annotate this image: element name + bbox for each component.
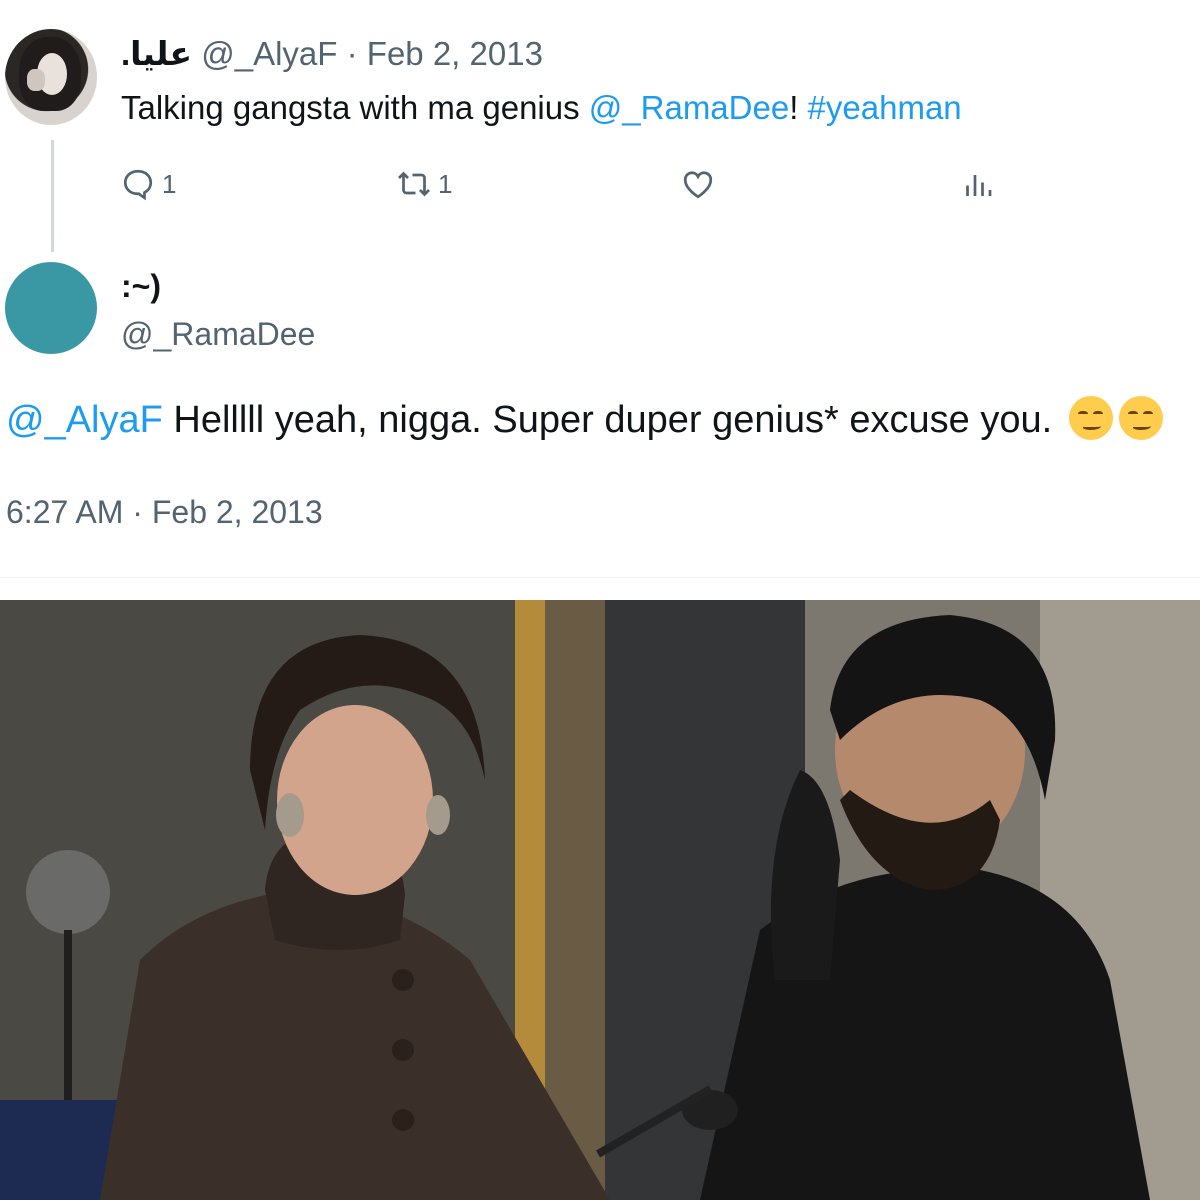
separator: · [132,494,143,530]
retweet-count: 1 [438,168,453,199]
analytics-icon [966,175,992,196]
display-name[interactable]: :~) [121,266,161,306]
smirking-face-emoji-icon [1118,396,1163,440]
avatar-alyaf[interactable] [5,29,97,125]
smirking-face-emoji-icon [1068,396,1113,440]
reply-count: 1 [162,168,177,199]
tweet-text-punct: ! [789,89,808,126]
attached-photo[interactable] [0,600,1200,1200]
mention-link[interactable]: @_RamaDee [589,89,789,126]
heart-icon [683,171,713,199]
tweet-text: Talking gangsta with ma genius @_RamaDee… [121,88,962,128]
tweet-text-prefix: Talking gangsta with ma genius [121,89,589,126]
display-name[interactable]: عليا. [121,35,192,72]
photo-scene [0,600,1200,1200]
user-handle[interactable]: @_RamaDee [121,314,315,354]
user-handle[interactable]: @_AlyaF [201,35,337,72]
divider [0,577,1200,578]
avatar-ramadee[interactable] [5,262,97,354]
tweet-date[interactable]: Feb 2, 2013 [367,35,543,72]
tweet-time: 6:27 AM [6,494,124,530]
reply-icon [123,169,153,201]
like-button[interactable] [680,164,716,204]
tweet-header: عليا. @_AlyaF · Feb 2, 2013 [121,34,543,74]
views-button[interactable] [960,164,996,204]
tweet-text: @_AlyaF Helllll yeah, nigga. Super duper… [6,396,1200,443]
hashtag-link[interactable]: #yeahman [808,89,962,126]
reply-button[interactable]: 1 [120,164,176,204]
tweet-text-body: Helllll yeah, nigga. Super duper genius*… [162,399,1053,441]
retweet-button[interactable]: 1 [396,164,452,204]
tweet-date: Feb 2, 2013 [151,494,323,530]
tweet-timestamp[interactable]: 6:27 AM · Feb 2, 2013 [6,492,323,532]
separator: · [346,35,358,72]
retweet-icon [398,171,430,197]
mention-link[interactable]: @_AlyaF [6,399,163,441]
thread-connector-line [51,140,54,252]
